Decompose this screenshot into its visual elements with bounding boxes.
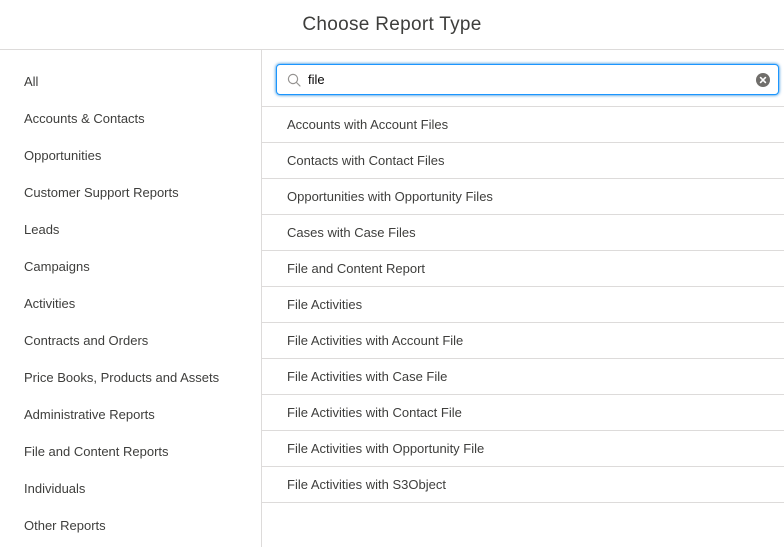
sidebar-item-activities[interactable]: Activities bbox=[0, 285, 261, 322]
report-type-row[interactable]: File Activities with S3Object bbox=[262, 467, 784, 503]
report-type-row[interactable]: File Activities bbox=[262, 287, 784, 323]
sidebar-item-accounts-contacts[interactable]: Accounts & Contacts bbox=[0, 100, 261, 137]
report-type-panel: Accounts with Account Files Contacts wit… bbox=[262, 50, 784, 547]
report-type-results: Accounts with Account Files Contacts wit… bbox=[262, 106, 784, 503]
sidebar-item-individuals[interactable]: Individuals bbox=[0, 470, 261, 507]
report-type-row[interactable]: File Activities with Account File bbox=[262, 323, 784, 359]
search-box bbox=[276, 64, 779, 95]
report-type-row[interactable]: File Activities with Opportunity File bbox=[262, 431, 784, 467]
sidebar-item-other-reports[interactable]: Other Reports bbox=[0, 507, 261, 544]
sidebar-item-all[interactable]: All bbox=[0, 63, 261, 100]
search-icon bbox=[287, 73, 301, 87]
report-type-row[interactable]: File Activities with Case File bbox=[262, 359, 784, 395]
sidebar-item-campaigns[interactable]: Campaigns bbox=[0, 248, 261, 285]
report-type-row[interactable]: File Activities with Contact File bbox=[262, 395, 784, 431]
report-category-list: All Accounts & Contacts Opportunities Cu… bbox=[0, 63, 261, 544]
search-container bbox=[262, 50, 784, 106]
search-input[interactable] bbox=[308, 72, 756, 87]
dialog-title: Choose Report Type bbox=[302, 14, 481, 36]
report-type-row[interactable]: Opportunities with Opportunity Files bbox=[262, 179, 784, 215]
report-type-row[interactable]: File and Content Report bbox=[262, 251, 784, 287]
dialog-body: All Accounts & Contacts Opportunities Cu… bbox=[0, 50, 784, 547]
sidebar-item-customer-support-reports[interactable]: Customer Support Reports bbox=[0, 174, 261, 211]
sidebar-item-contracts-orders[interactable]: Contracts and Orders bbox=[0, 322, 261, 359]
report-category-sidebar: All Accounts & Contacts Opportunities Cu… bbox=[0, 50, 262, 547]
dialog-header: Choose Report Type bbox=[0, 0, 784, 50]
sidebar-item-opportunities[interactable]: Opportunities bbox=[0, 137, 261, 174]
sidebar-item-file-content-reports[interactable]: File and Content Reports bbox=[0, 433, 261, 470]
report-type-row[interactable]: Contacts with Contact Files bbox=[262, 143, 784, 179]
sidebar-item-leads[interactable]: Leads bbox=[0, 211, 261, 248]
clear-circle-icon bbox=[756, 73, 770, 87]
clear-search-button[interactable] bbox=[756, 73, 770, 87]
sidebar-item-administrative-reports[interactable]: Administrative Reports bbox=[0, 396, 261, 433]
sidebar-item-price-books-products-assets[interactable]: Price Books, Products and Assets bbox=[0, 359, 261, 396]
report-type-list: Accounts with Account Files Contacts wit… bbox=[262, 106, 784, 503]
report-type-row[interactable]: Accounts with Account Files bbox=[262, 107, 784, 143]
report-type-row[interactable]: Cases with Case Files bbox=[262, 215, 784, 251]
